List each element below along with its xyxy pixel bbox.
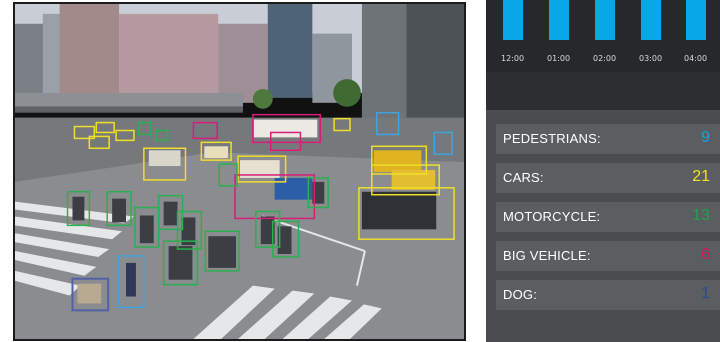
hourly-histogram: 12:00 01:00 02:00 03:00 04:00: [486, 0, 720, 72]
camera-view-panel: [13, 2, 466, 341]
count-row-big-vehicle: BIG VEHICLE: 6: [496, 241, 720, 271]
count-row-dog: DOG: 1: [496, 280, 720, 310]
camera-feed: [15, 4, 464, 339]
count-label: PEDESTRIANS:: [503, 131, 601, 146]
count-value: 9: [701, 129, 710, 146]
count-label: CARS:: [503, 170, 544, 185]
count-row-cars: CARS: 21: [496, 163, 720, 193]
object-count-list: PEDESTRIANS: 9 CARS: 21 MOTORCYCLE: 13 B…: [486, 110, 720, 342]
count-label: BIG VEHICLE:: [503, 248, 591, 263]
histogram-bar: [641, 0, 661, 40]
count-label: DOG:: [503, 287, 538, 302]
histogram-tick-label: 12:00: [501, 54, 525, 63]
histogram-bar: [503, 0, 523, 40]
histogram-tick-label: 04:00: [684, 54, 708, 63]
count-value: 13: [692, 207, 710, 224]
histogram-bar: [686, 0, 706, 40]
histogram-bar: [549, 0, 569, 40]
count-row-pedestrians: PEDESTRIANS: 9: [496, 124, 720, 154]
count-label: MOTORCYCLE:: [503, 209, 601, 224]
count-value: 1: [701, 285, 710, 302]
histogram-tick-label: 03:00: [639, 54, 663, 63]
histogram-bar: [595, 0, 615, 40]
dashboard-divider-band: [486, 72, 720, 110]
count-value: 6: [701, 246, 710, 263]
camera-scene: [15, 4, 464, 339]
histogram-tick-label: 02:00: [593, 54, 617, 63]
histogram-tick-label: 01:00: [547, 54, 571, 63]
stats-dashboard: 12:00 01:00 02:00 03:00 04:00 PEDESTRIAN…: [486, 0, 720, 342]
count-value: 21: [692, 168, 710, 185]
count-row-motorcycle: MOTORCYCLE: 13: [496, 202, 720, 232]
